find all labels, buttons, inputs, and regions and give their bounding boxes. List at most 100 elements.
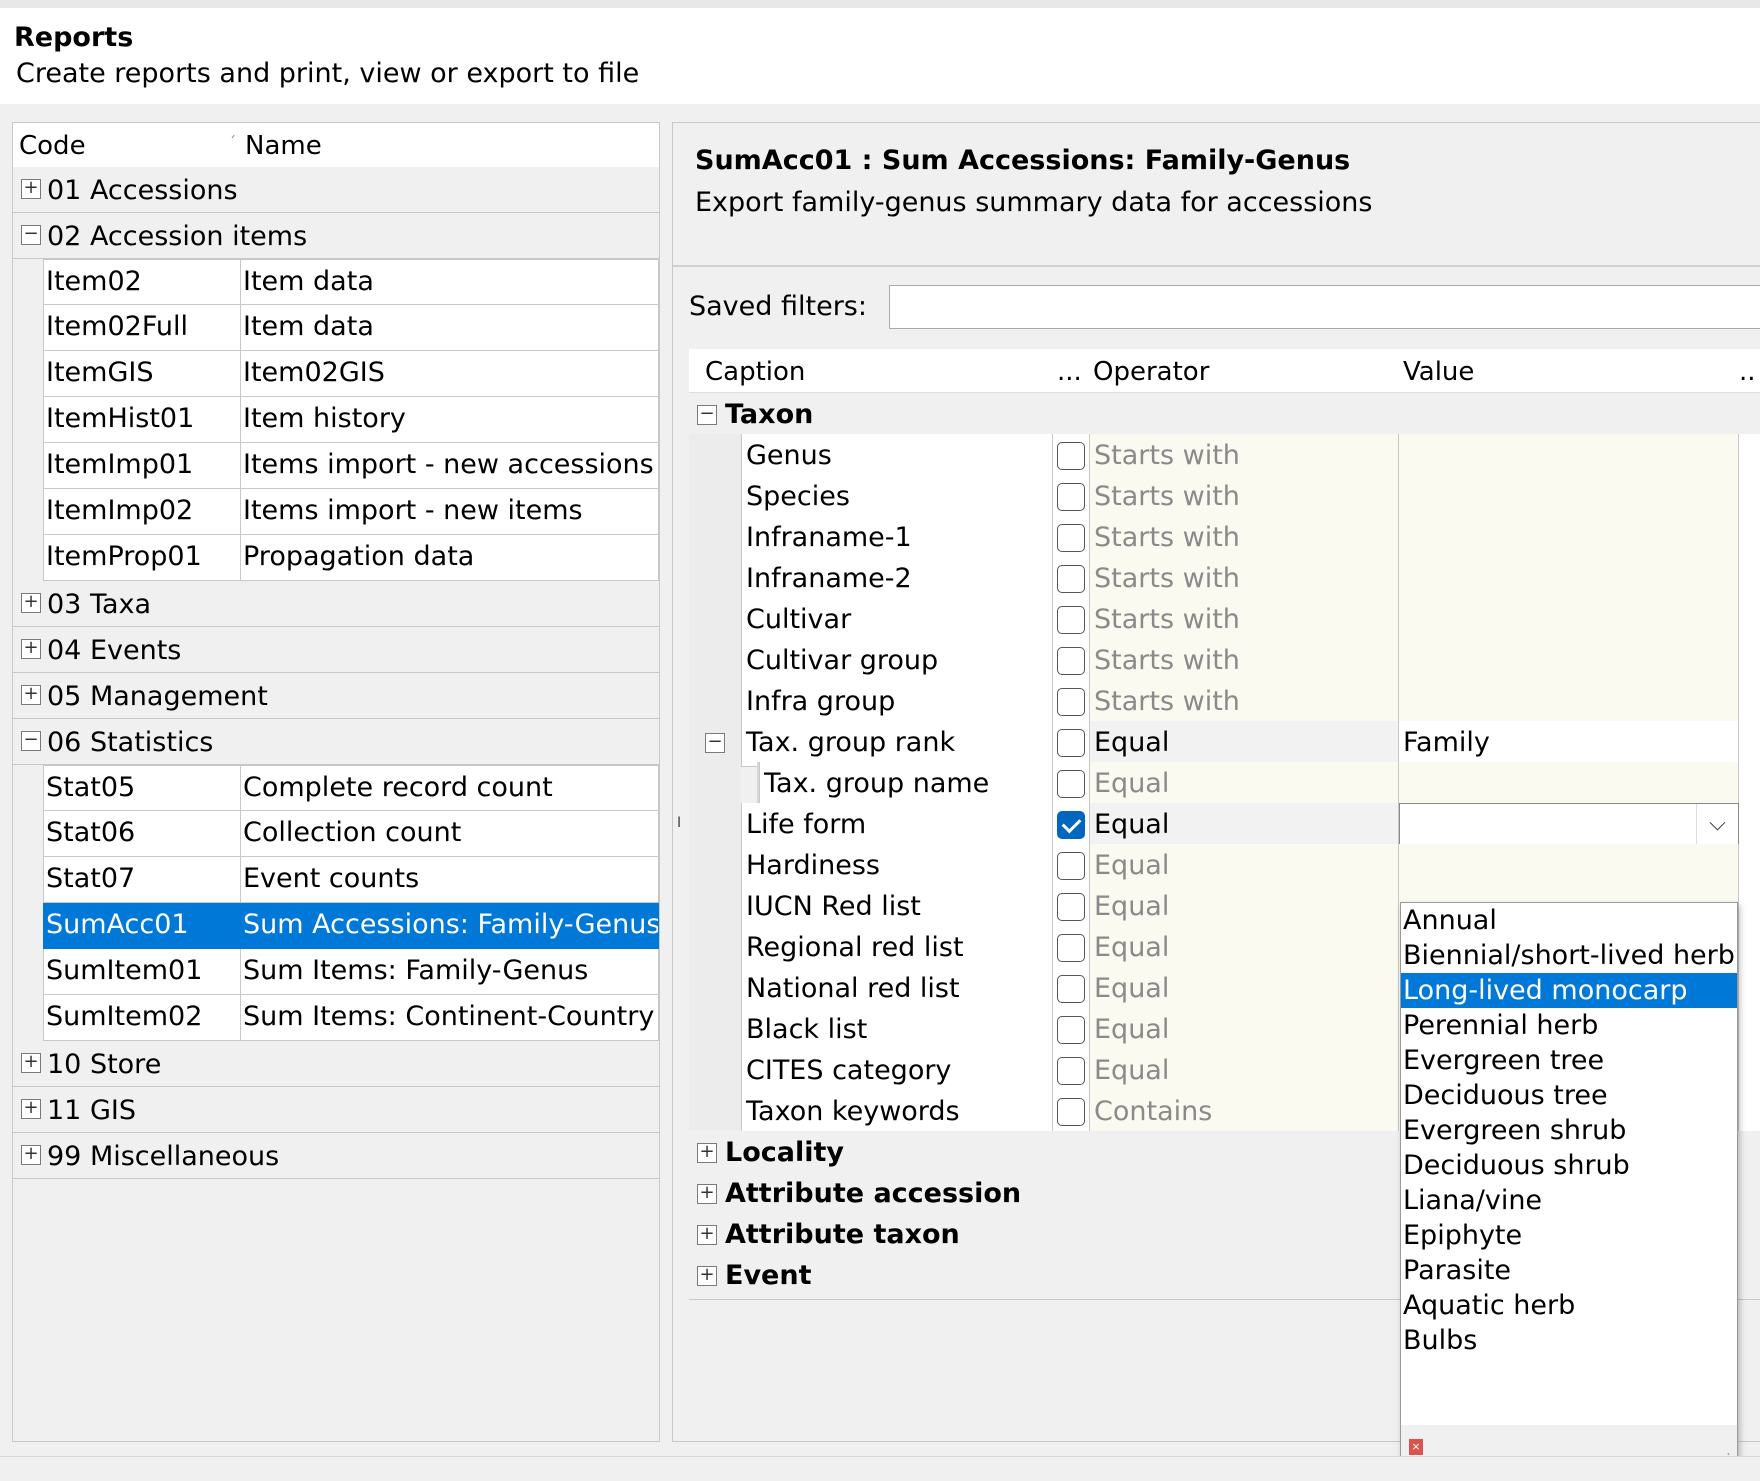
report-code-cell[interactable]: SumItem01 [43, 949, 241, 995]
report-name-cell[interactable]: Sum Items: Family-Genus [241, 949, 659, 995]
dropdown-option[interactable]: Biennial/short-lived herb [1401, 938, 1737, 973]
filter-value-cell[interactable] [1399, 516, 1739, 562]
filter-row[interactable]: − Tax. group rank Equal Family [689, 721, 1760, 767]
filter-enable-checkbox[interactable] [1057, 1098, 1085, 1126]
filter-enable-checkbox[interactable] [1057, 852, 1085, 880]
filter-value-cell[interactable]: Family [1399, 721, 1739, 767]
report-group[interactable]: +03 Taxa [13, 581, 659, 627]
filter-value-cell[interactable] [1399, 557, 1739, 603]
filter-row[interactable]: Cultivar Starts with [689, 598, 1760, 644]
report-group[interactable]: +10 Store [13, 1041, 659, 1087]
filter-value-cell[interactable] [1399, 598, 1739, 644]
filter-row[interactable]: Species Starts with [689, 475, 1760, 521]
report-code-cell[interactable]: Stat05 [43, 765, 241, 811]
report-name-cell[interactable]: Collection count [241, 811, 659, 857]
dropdown-option[interactable]: Parasite [1401, 1253, 1737, 1288]
report-group[interactable]: +11 GIS [13, 1087, 659, 1133]
filter-value-cell[interactable] [1399, 434, 1739, 480]
column-resize-mark[interactable]: ˊ [229, 135, 236, 151]
report-name-cell[interactable]: Event counts [241, 857, 659, 903]
expand-icon[interactable]: + [697, 1266, 717, 1286]
expand-icon[interactable]: + [21, 1145, 41, 1165]
report-code-cell[interactable]: ItemProp01 [43, 535, 241, 581]
report-name-cell[interactable]: Items import - new items [241, 489, 659, 535]
report-name-cell[interactable]: Sum Accessions: Family-Genus [241, 903, 659, 949]
filter-row[interactable]: Infraname-2 Starts with [689, 557, 1760, 603]
expand-icon[interactable]: + [697, 1225, 717, 1245]
filter-operator-cell[interactable]: Starts with [1089, 475, 1399, 521]
report-name-cell[interactable]: Item data [241, 305, 659, 351]
filter-enable-checkbox[interactable] [1057, 606, 1085, 634]
filter-row[interactable]: Tax. group name Equal [689, 762, 1760, 808]
filter-value-cell[interactable] [1399, 639, 1739, 685]
expand-icon[interactable]: + [21, 179, 41, 199]
filter-enable-checkbox[interactable] [1057, 647, 1085, 675]
filter-operator-cell[interactable]: Starts with [1089, 557, 1399, 603]
filter-operator-cell[interactable]: Starts with [1089, 598, 1399, 644]
dropdown-option[interactable]: Annual [1401, 903, 1737, 938]
column-header-value[interactable]: Value [1403, 357, 1474, 387]
report-group[interactable]: +01 Accessions [13, 167, 659, 213]
report-row[interactable]: Stat07 Event counts [13, 857, 659, 903]
saved-filters-input[interactable] [889, 285, 1760, 329]
filter-operator-cell[interactable]: Equal [1089, 762, 1399, 808]
collapse-icon[interactable]: − [21, 731, 41, 751]
dropdown-option[interactable]: Epiphyte [1401, 1218, 1737, 1253]
filter-operator-cell[interactable]: Starts with [1089, 516, 1399, 562]
expand-icon[interactable]: + [21, 1053, 41, 1073]
expand-icon[interactable]: + [697, 1184, 717, 1204]
collapse-icon[interactable]: − [705, 733, 725, 753]
filter-enable-checkbox[interactable] [1057, 770, 1085, 798]
column-header-operator[interactable]: Operator [1093, 357, 1209, 387]
filter-enable-checkbox[interactable] [1057, 483, 1085, 511]
report-group[interactable]: −06 Statistics [13, 719, 659, 765]
report-code-cell[interactable]: SumAcc01 [43, 903, 241, 949]
filter-operator-cell[interactable]: Starts with [1089, 434, 1399, 480]
dropdown-option[interactable]: Perennial herb [1401, 1008, 1737, 1043]
column-header-caption[interactable]: Caption [705, 357, 805, 387]
filter-operator-cell[interactable]: Equal [1089, 1008, 1399, 1054]
collapse-icon[interactable]: − [21, 225, 41, 245]
column-header-name[interactable]: Name [245, 131, 322, 161]
filter-operator-cell[interactable]: Starts with [1089, 639, 1399, 685]
report-code-cell[interactable]: ItemImp02 [43, 489, 241, 535]
report-row[interactable]: ItemHist01 Item history [13, 397, 659, 443]
filter-operator-cell[interactable]: Equal [1089, 1049, 1399, 1095]
report-code-cell[interactable]: ItemGIS [43, 351, 241, 397]
expand-icon[interactable]: + [21, 639, 41, 659]
dropdown-option[interactable]: Liana/vine [1401, 1183, 1737, 1218]
filter-row[interactable]: Genus Starts with [689, 434, 1760, 480]
report-group[interactable]: +99 Miscellaneous [13, 1133, 659, 1179]
filter-operator-cell[interactable]: Equal [1089, 803, 1399, 849]
filter-enable-checkbox[interactable] [1057, 442, 1085, 470]
life-form-value-combo[interactable]: ⌵ [1399, 803, 1739, 849]
filter-operator-cell[interactable]: Contains [1089, 1090, 1399, 1136]
expand-icon[interactable]: + [21, 1099, 41, 1119]
report-code-cell[interactable]: Item02 [43, 259, 241, 305]
filter-operator-cell[interactable]: Starts with [1089, 680, 1399, 726]
filter-row[interactable]: Infra group Starts with [689, 680, 1760, 726]
expand-icon[interactable]: + [697, 1143, 717, 1163]
report-row[interactable]: SumItem02 Sum Items: Continent-Country [13, 995, 659, 1041]
report-code-cell[interactable]: Item02Full [43, 305, 241, 351]
report-row[interactable]: Item02Full Item data [13, 305, 659, 351]
filter-enable-checkbox[interactable] [1057, 565, 1085, 593]
column-header-more[interactable]: .. [1739, 357, 1756, 387]
expand-icon[interactable]: + [21, 685, 41, 705]
dropdown-option[interactable]: Deciduous tree [1401, 1078, 1737, 1113]
report-code-cell[interactable]: Stat07 [43, 857, 241, 903]
report-row[interactable]: Item02 Item data [13, 259, 659, 305]
dropdown-option[interactable]: Deciduous shrub [1401, 1148, 1737, 1183]
filter-enable-checkbox[interactable] [1057, 1016, 1085, 1044]
report-code-cell[interactable]: ItemImp01 [43, 443, 241, 489]
filter-enable-checkbox[interactable] [1057, 934, 1085, 962]
dropdown-option[interactable]: Bulbs [1401, 1323, 1737, 1358]
filter-enable-checkbox[interactable] [1057, 811, 1085, 839]
collapse-icon[interactable]: − [697, 405, 717, 425]
filter-enable-checkbox[interactable] [1057, 524, 1085, 552]
report-group[interactable]: −02 Accession items [13, 213, 659, 259]
filter-row[interactable]: Infraname-1 Starts with [689, 516, 1760, 562]
report-name-cell[interactable]: Item history [241, 397, 659, 443]
report-name-cell[interactable]: Propagation data [241, 535, 659, 581]
chevron-down-icon[interactable]: ⌵ [1696, 804, 1738, 848]
